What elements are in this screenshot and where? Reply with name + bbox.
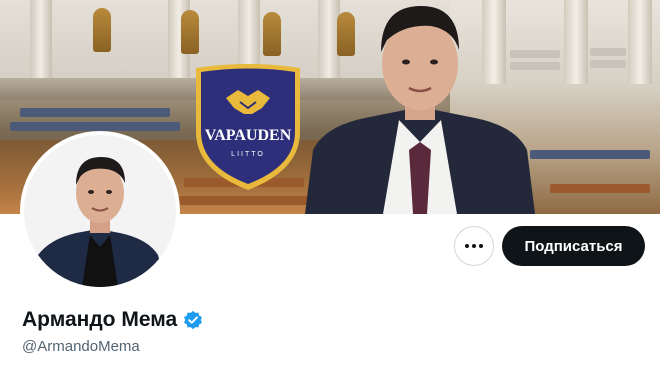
vapauden-liitto-logo: VAPAUDEN LIITTO <box>196 64 300 190</box>
banner-portrait <box>305 6 535 214</box>
banner-column <box>564 0 588 84</box>
banner-bench <box>530 150 650 159</box>
avatar-portrait <box>24 135 176 287</box>
banner-bench <box>550 184 650 193</box>
banner-column <box>628 0 652 84</box>
banner-statue <box>263 12 281 56</box>
banner-column <box>30 0 52 90</box>
logo-wordmark: VAPAUDEN <box>205 127 292 144</box>
more-horizontal-icon <box>479 244 483 248</box>
profile-avatar[interactable] <box>20 131 180 291</box>
logo-subtext: LIITTO <box>231 151 265 158</box>
banner-statue <box>93 8 111 52</box>
more-horizontal-icon <box>472 244 476 248</box>
more-options-button[interactable] <box>454 226 494 266</box>
banner-seats <box>590 60 626 68</box>
follow-button[interactable]: Подписаться <box>502 226 645 266</box>
banner-seats <box>590 48 626 56</box>
banner-statue <box>181 10 199 54</box>
avatar-photo <box>24 135 176 287</box>
profile-name-row: Армандо Мема <box>22 308 203 332</box>
verified-badge-icon[interactable] <box>183 310 203 330</box>
profile-handle: @ArmandoMema <box>22 338 140 355</box>
more-horizontal-icon <box>465 244 469 248</box>
banner-bench <box>10 122 180 131</box>
banner-bench <box>176 196 316 205</box>
banner-bench <box>20 108 170 117</box>
display-name: Армандо Мема <box>22 308 178 331</box>
